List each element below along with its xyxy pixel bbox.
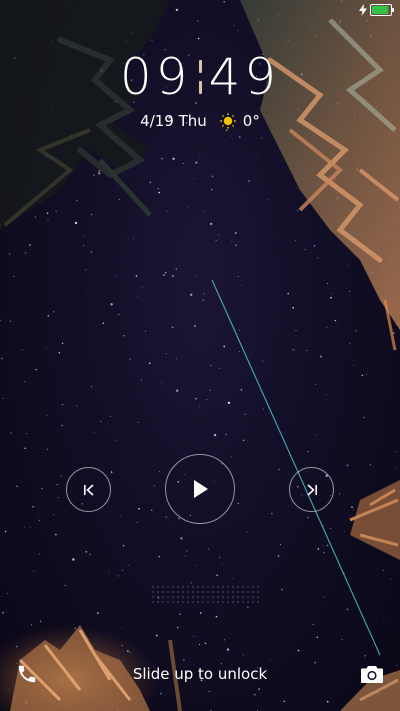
sun-icon: [219, 112, 237, 130]
play-button[interactable]: [165, 454, 235, 524]
camera-icon[interactable]: [360, 664, 384, 684]
swipe-indicator: [152, 586, 259, 603]
clock-minutes: 49: [208, 48, 281, 106]
date-weather-row: 4/19 Thu 0°: [0, 112, 400, 130]
bottom-bar: Slide up to unlock: [0, 651, 400, 711]
battery-indicator: [359, 4, 394, 16]
previous-track-button[interactable]: [66, 467, 111, 512]
lock-screen: 09 49 4/19 Thu 0° Slide up to unlock: [0, 0, 400, 711]
unlock-hint: Slide up to unlock: [132, 665, 268, 683]
skip-next-icon: [306, 483, 317, 496]
lock-clock: 09 49: [0, 48, 400, 106]
skip-previous-icon: [83, 483, 94, 496]
lightning-icon: [359, 4, 367, 16]
clock-hours: 09: [119, 48, 192, 106]
status-bar: [0, 0, 400, 22]
play-icon: [194, 480, 208, 498]
media-controls: [0, 454, 400, 524]
clock-separator: [198, 60, 202, 94]
battery-icon: [370, 4, 394, 16]
next-track-button[interactable]: [289, 467, 334, 512]
temperature-label: 0°: [242, 112, 260, 130]
date-label: 4/19 Thu: [140, 112, 207, 130]
